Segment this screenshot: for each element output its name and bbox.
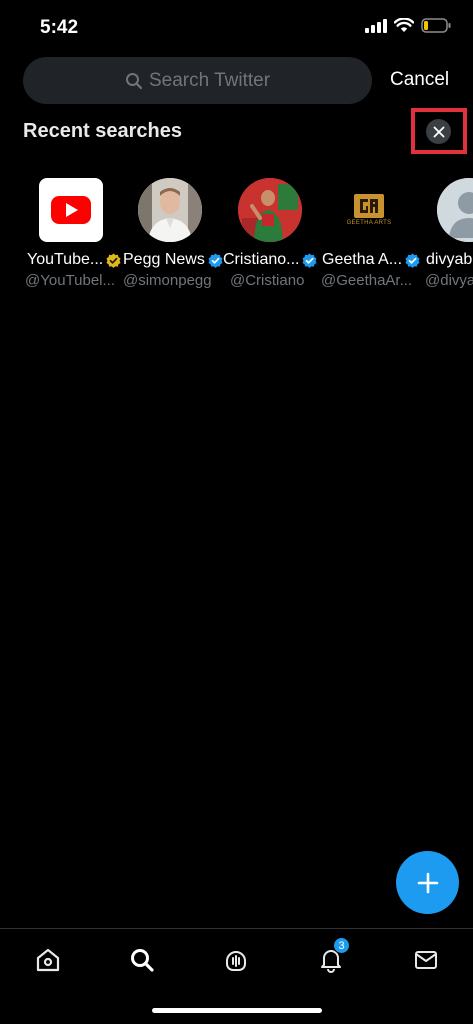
verified-blue-badge-icon — [405, 252, 420, 268]
recent-item-name: YouTube... — [27, 251, 121, 269]
search-row: Search Twitter Cancel — [0, 55, 473, 107]
clear-recent-searches-button[interactable] — [426, 119, 451, 144]
recent-item-name: Cristiano... — [223, 251, 317, 269]
recent-item-handle: @divya — [425, 272, 473, 289]
home-indicator — [152, 1008, 322, 1013]
compose-tweet-button[interactable] — [396, 851, 459, 914]
tab-spaces[interactable] — [221, 945, 251, 975]
verified-blue-badge-icon — [302, 252, 317, 268]
person-photo-icon — [238, 178, 302, 242]
envelope-icon — [415, 951, 437, 969]
tab-messages[interactable] — [411, 945, 441, 975]
recent-item-handle: @GeethaAr... — [321, 272, 413, 289]
tab-notifications[interactable]: 3 — [316, 937, 350, 975]
recent-item-youtube[interactable]: YouTube... @YouTubel... — [22, 176, 122, 296]
plus-icon — [417, 872, 438, 893]
recent-item-divyab[interactable]: divyab @divya — [420, 176, 473, 296]
geetha-arts-logo-text: GEETHA ARTS — [346, 220, 392, 226]
recent-searches-title: Recent searches — [23, 120, 182, 142]
status-time: 5:42 — [40, 17, 79, 38]
microphone-spaces-icon — [226, 951, 246, 971]
avatar-cristiano — [238, 178, 302, 242]
recent-item-name: Geetha A... — [322, 251, 420, 269]
wifi-icon — [394, 18, 414, 32]
recent-item-handle: @Cristiano — [230, 272, 305, 289]
cellular-signal-icon — [365, 18, 387, 33]
person-photo-icon — [138, 178, 202, 242]
recent-searches-list[interactable]: YouTube... @YouTubel... Pegg News @simon… — [0, 176, 473, 296]
search-input[interactable]: Search Twitter — [23, 57, 372, 104]
recent-item-cristiano[interactable]: Cristiano... @Cristiano — [220, 176, 320, 296]
tab-search[interactable] — [127, 945, 157, 975]
recent-item-handle: @YouTubel... — [25, 272, 116, 289]
recent-item-handle: @simonpegg — [123, 272, 212, 289]
cancel-button[interactable]: Cancel — [390, 69, 449, 91]
recent-item-geetha-arts[interactable]: GEETHA ARTS Geetha A... @GeethaAr... — [320, 176, 420, 296]
recent-item-name: divyab — [426, 251, 472, 269]
avatar-geetha-arts: GEETHA ARTS — [337, 178, 401, 242]
item-name-text: Pegg News — [123, 251, 205, 268]
item-name-text: Cristiano... — [223, 251, 300, 268]
item-name-text: Geetha A... — [322, 251, 403, 268]
search-icon — [125, 72, 143, 89]
notification-count-badge: 3 — [333, 937, 350, 954]
status-bar: 5:42 — [0, 0, 473, 50]
verified-gold-badge-icon — [106, 252, 121, 268]
tab-home[interactable] — [33, 945, 63, 975]
avatar-pegg-news — [138, 178, 202, 242]
avatar-youtube — [39, 178, 103, 242]
home-icon — [36, 948, 60, 972]
geetha-arts-logo-icon — [354, 194, 384, 218]
avatar-divyab — [437, 178, 473, 242]
status-icons — [365, 18, 451, 33]
battery-icon — [421, 18, 451, 33]
item-name-text: divyab — [426, 251, 473, 268]
search-icon — [131, 949, 154, 972]
recent-item-pegg-news[interactable]: Pegg News @simonpegg — [120, 176, 223, 296]
youtube-logo-icon — [51, 196, 91, 224]
item-name-text: YouTube... — [27, 251, 104, 268]
default-avatar-icon — [437, 178, 473, 242]
search-placeholder: Search Twitter — [148, 69, 271, 91]
close-icon — [433, 126, 444, 137]
recent-item-name: Pegg News — [123, 251, 223, 269]
